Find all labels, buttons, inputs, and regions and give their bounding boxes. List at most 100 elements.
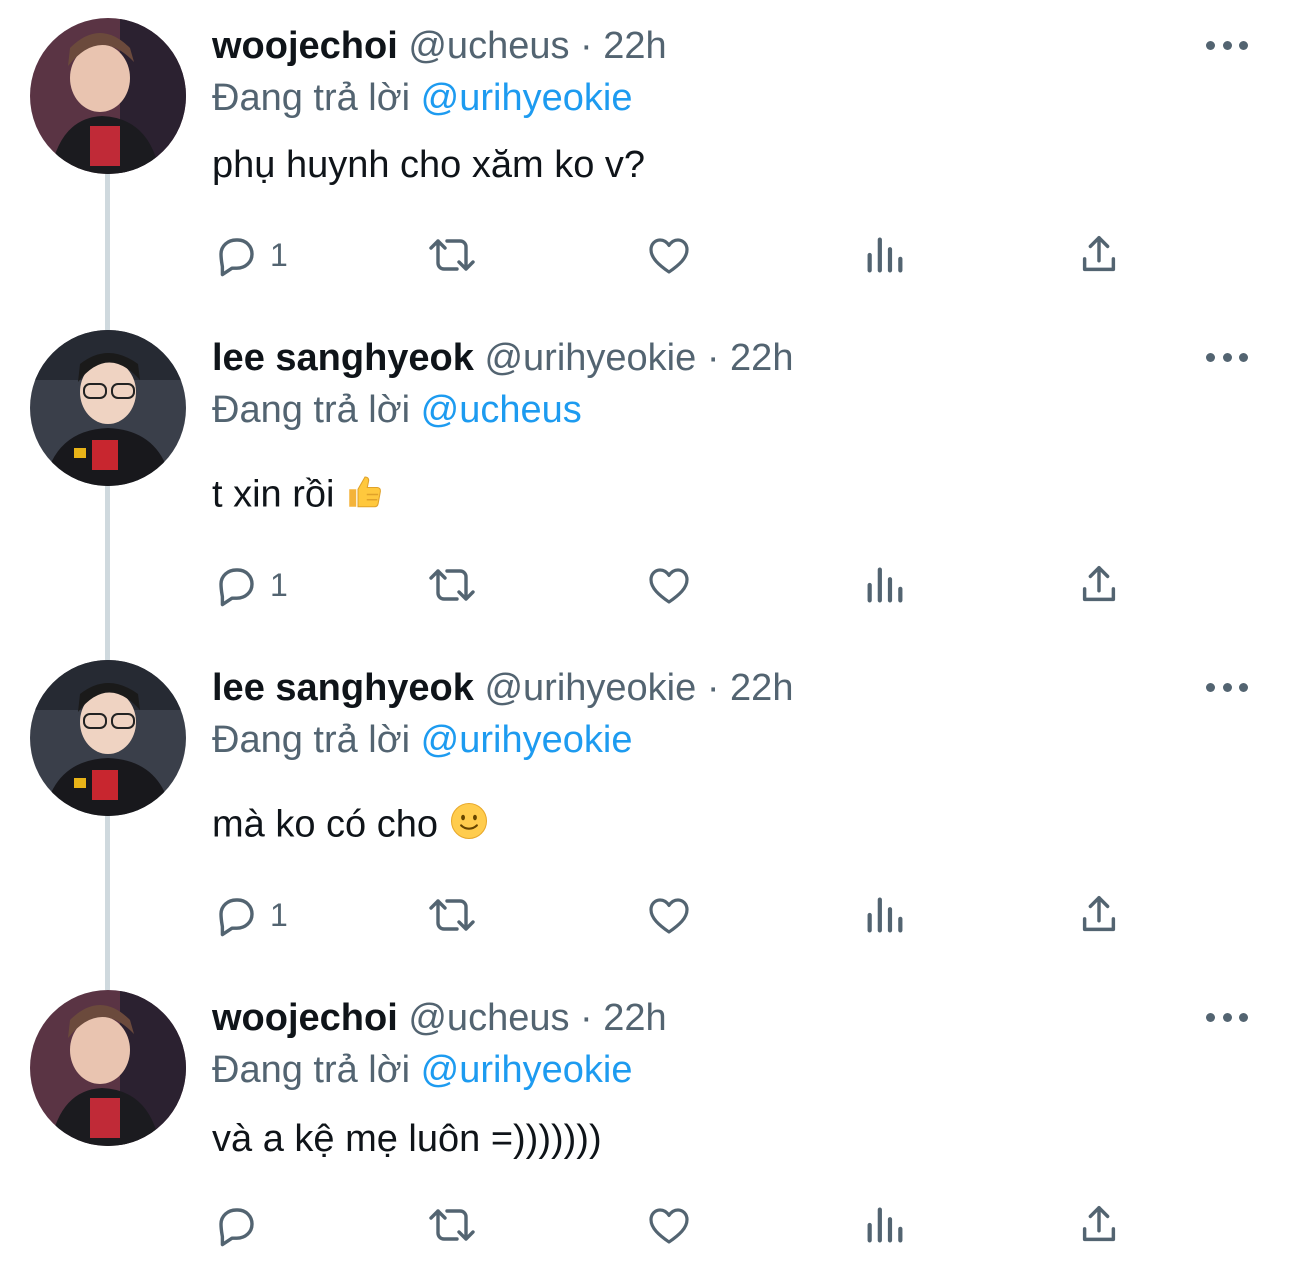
tweet-header: woojechoi @ucheus · 22h <box>212 996 667 1040</box>
display-name[interactable]: woojechoi <box>212 997 398 1039</box>
reply-button[interactable] <box>212 1200 270 1250</box>
display-name[interactable]: woojechoi <box>212 25 398 67</box>
reply-icon <box>219 1208 254 1247</box>
action-bar: 1 <box>212 230 1152 280</box>
replying-to-mention[interactable]: @urihyeokie <box>421 77 633 119</box>
thread-line <box>105 816 110 990</box>
heart-icon <box>649 1208 689 1244</box>
retweet-icon <box>429 569 475 601</box>
separator: · <box>706 337 720 379</box>
separator: · <box>580 25 593 67</box>
tweet-text: phụ huynh cho xăm ko v? <box>212 142 645 188</box>
reply-icon <box>219 568 254 607</box>
display-name[interactable]: lee sanghyeok <box>212 667 474 709</box>
handle[interactable]: @ucheus <box>408 25 569 67</box>
tweet-header: lee sanghyeok @urihyeokie · 22h <box>212 336 793 380</box>
handle[interactable]: @urihyeokie <box>484 337 696 379</box>
replying-to-mention[interactable]: @urihyeokie <box>421 719 633 761</box>
tweet-text-content: mà ko có cho <box>212 803 438 846</box>
thumbs-up-emoji <box>344 470 386 523</box>
reply-button[interactable]: 1 <box>212 230 288 280</box>
views-button[interactable] <box>862 1200 908 1250</box>
views-icon <box>867 567 903 603</box>
replying-to: Đang trả lời @urihyeokie <box>212 76 632 120</box>
tweet-text: t xin rồi <box>212 470 386 523</box>
replying-to-mention[interactable]: @urihyeokie <box>421 1049 633 1091</box>
action-bar: 1 <box>212 560 1152 610</box>
heart-icon <box>649 898 689 934</box>
reply-icon <box>219 238 254 277</box>
replying-to-label: Đang trả lời <box>212 719 411 761</box>
more-icon[interactable] <box>1206 679 1248 695</box>
avatar[interactable] <box>30 330 186 486</box>
reply-icon <box>219 898 254 937</box>
tweet-header: lee sanghyeok @urihyeokie · 22h <box>212 666 793 710</box>
retweet-button[interactable] <box>426 230 478 280</box>
share-button[interactable] <box>1076 560 1122 610</box>
share-icon <box>1082 1206 1116 1242</box>
like-button[interactable] <box>644 1200 694 1250</box>
separator: · <box>580 997 593 1039</box>
retweet-icon <box>429 899 475 931</box>
views-button[interactable] <box>862 560 908 610</box>
retweet-button[interactable] <box>426 890 478 940</box>
heart-icon <box>649 238 689 274</box>
timestamp[interactable]: 22h <box>730 337 793 379</box>
display-name[interactable]: lee sanghyeok <box>212 337 474 379</box>
replying-to: Đang trả lời @urihyeokie <box>212 1048 632 1092</box>
views-icon <box>867 897 903 933</box>
handle[interactable]: @urihyeokie <box>484 667 696 709</box>
share-button[interactable] <box>1076 890 1122 940</box>
reply-count: 1 <box>270 236 288 273</box>
avatar[interactable] <box>30 990 186 1146</box>
separator: · <box>706 667 720 709</box>
thread-line <box>105 174 110 330</box>
replying-to-label: Đang trả lời <box>212 389 411 431</box>
action-bar <box>212 1200 1152 1250</box>
action-bar: 1 <box>212 890 1152 940</box>
heart-icon <box>649 568 689 604</box>
tweet-header: woojechoi @ucheus · 22h <box>212 24 667 68</box>
replying-to-label: Đang trả lời <box>212 77 411 119</box>
thread-line <box>105 486 110 660</box>
tweet-text: mà ko có cho <box>212 800 490 853</box>
reply-button[interactable]: 1 <box>212 890 288 940</box>
reply-count: 1 <box>270 896 288 933</box>
timestamp[interactable]: 22h <box>603 997 666 1039</box>
share-icon <box>1082 566 1116 602</box>
tweet-text-content: phụ huynh cho xăm ko v? <box>212 144 646 186</box>
more-icon[interactable] <box>1206 349 1248 365</box>
views-icon <box>867 237 903 273</box>
like-button[interactable] <box>644 890 694 940</box>
share-button[interactable] <box>1076 230 1122 280</box>
tweet-text-content: và a kệ mẹ luôn =))))))) <box>212 1118 602 1160</box>
replying-to-mention[interactable]: @ucheus <box>421 389 582 431</box>
tweet-text: và a kệ mẹ luôn =))))))) <box>212 1116 602 1162</box>
views-button[interactable] <box>862 890 908 940</box>
replying-to-label: Đang trả lời <box>212 1049 411 1091</box>
handle[interactable]: @ucheus <box>408 997 569 1039</box>
replying-to: Đang trả lời @urihyeokie <box>212 718 632 762</box>
share-button[interactable] <box>1076 1200 1122 1250</box>
more-icon[interactable] <box>1206 37 1248 53</box>
views-button[interactable] <box>862 230 908 280</box>
reply-count: 1 <box>270 566 288 603</box>
like-button[interactable] <box>644 230 694 280</box>
replying-to: Đang trả lời @ucheus <box>212 388 582 432</box>
like-button[interactable] <box>644 560 694 610</box>
timestamp[interactable]: 22h <box>730 667 793 709</box>
more-icon[interactable] <box>1206 1009 1248 1025</box>
retweet-icon <box>429 239 475 271</box>
share-icon <box>1082 236 1116 272</box>
retweet-icon <box>429 1209 475 1241</box>
reply-button[interactable]: 1 <box>212 560 288 610</box>
timestamp[interactable]: 22h <box>603 25 666 67</box>
avatar[interactable] <box>30 660 186 816</box>
slightly-smiling-emoji <box>448 800 490 853</box>
retweet-button[interactable] <box>426 560 478 610</box>
avatar[interactable] <box>30 18 186 174</box>
retweet-button[interactable] <box>426 1200 478 1250</box>
views-icon <box>867 1207 903 1243</box>
share-icon <box>1082 896 1116 932</box>
tweet-text-content: t xin rồi <box>212 473 335 516</box>
